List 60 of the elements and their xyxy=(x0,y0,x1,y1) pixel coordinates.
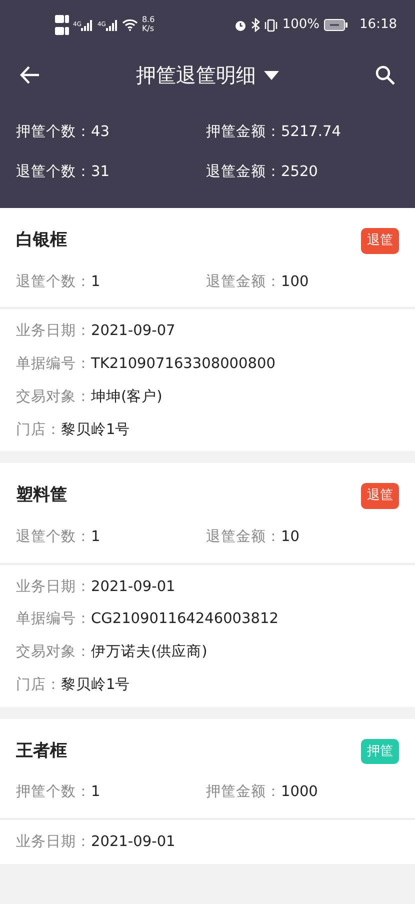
vibrate-icon xyxy=(264,18,278,32)
search-icon[interactable] xyxy=(375,65,395,85)
field-value: 1000 xyxy=(281,784,318,800)
field-value: 5217.74 xyxy=(281,124,341,140)
field-value: 31 xyxy=(91,164,110,180)
field-value: 2520 xyxy=(281,164,318,180)
caret-icon xyxy=(264,70,279,80)
title-dropdown[interactable]: 押筐退筐明细 xyxy=(136,60,279,90)
item-name: 白银框 xyxy=(16,229,67,252)
field-value: CG210901164246003812 xyxy=(91,611,278,628)
field-label: 退筐个数： xyxy=(16,274,91,290)
clock-time: 16:18 xyxy=(360,16,397,34)
field-label: 押筐个数： xyxy=(16,124,91,140)
status-tag: 退筐 xyxy=(361,483,399,509)
battery-icon xyxy=(324,19,348,31)
field-label: 门店： xyxy=(16,422,61,438)
field-label: 单据编号： xyxy=(16,356,91,372)
field-value: 伊万诺夫(供应商) xyxy=(91,644,208,660)
field-value: 坤坤(客户) xyxy=(91,388,162,405)
field-label: 退筐金额： xyxy=(206,164,281,180)
network-speed-unit: K/s xyxy=(142,25,155,34)
field-value: 1 xyxy=(91,528,100,545)
item-name: 塑料筐 xyxy=(16,484,67,508)
status-tag: 退筐 xyxy=(361,228,399,254)
field-value: 2021-09-01 xyxy=(91,834,176,850)
field-label: 业务日期： xyxy=(16,834,91,850)
status-tag: 押筐 xyxy=(361,738,399,764)
field-label: 押筐金额： xyxy=(206,124,281,140)
field-value: 2021-09-01 xyxy=(91,578,176,594)
signal-icon xyxy=(106,19,118,31)
field-value: 2021-09-07 xyxy=(91,323,176,340)
field-value: 1 xyxy=(91,274,100,290)
signal-icon xyxy=(81,19,94,31)
field-label: 押筐个数： xyxy=(16,784,91,800)
alarm-icon xyxy=(234,18,248,32)
network-speed: 8.6 xyxy=(142,16,155,25)
field-label: 交易对象： xyxy=(16,388,91,405)
field-label: 押筐金额： xyxy=(206,784,281,800)
field-value: 1 xyxy=(91,784,100,800)
field-label: 门店： xyxy=(16,676,61,693)
field-value: 黎贝岭1号 xyxy=(61,422,130,438)
field-value: 100 xyxy=(281,274,309,290)
battery-percentage: 100% xyxy=(282,16,320,34)
field-label: 退筐个数： xyxy=(16,528,91,545)
bluetooth-icon xyxy=(251,18,260,32)
wifi-icon xyxy=(122,19,138,31)
field-label: 退筐金额： xyxy=(206,528,281,545)
field-label: 退筐个数： xyxy=(16,164,91,180)
sim-card-icon xyxy=(55,14,69,36)
field-value: 10 xyxy=(281,528,300,545)
field-label: 业务日期： xyxy=(16,323,91,340)
back-arrow-icon[interactable] xyxy=(20,66,40,84)
field-value: 黎贝岭1号 xyxy=(61,676,130,693)
field-value: TK210907163308000800 xyxy=(91,356,276,372)
field-label: 业务日期： xyxy=(16,578,91,594)
field-label: 交易对象： xyxy=(16,644,91,660)
item-name: 王者框 xyxy=(16,740,67,762)
field-label: 退筐金额： xyxy=(206,274,281,290)
field-value: 43 xyxy=(91,124,110,140)
field-label: 单据编号： xyxy=(16,611,91,628)
